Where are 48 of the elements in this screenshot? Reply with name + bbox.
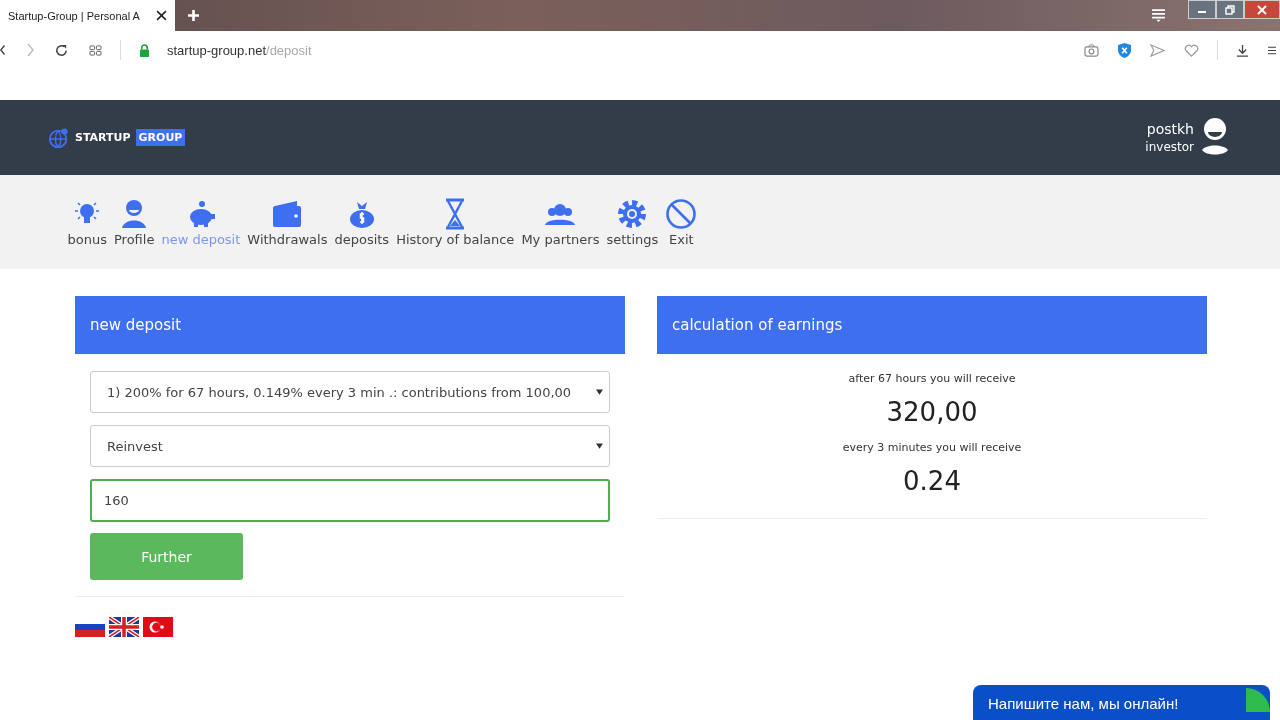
minimize-button[interactable] xyxy=(1188,0,1216,19)
restore-button[interactable] xyxy=(1216,0,1244,19)
username[interactable]: postkh xyxy=(1146,121,1194,137)
new-tab-icon[interactable] xyxy=(188,10,199,21)
heart-icon[interactable] xyxy=(1184,43,1199,57)
logo-text[interactable]: STARTUP xyxy=(75,131,131,144)
card-header: calculation of earnings xyxy=(657,296,1207,354)
interval-amount: 0.24 xyxy=(903,466,961,496)
nav-item[interactable]: History of balance xyxy=(392,197,518,247)
back-icon[interactable] xyxy=(0,43,6,57)
send-icon[interactable] xyxy=(1150,43,1165,57)
nav-item[interactable]: Exit xyxy=(661,197,701,247)
interval-caption: every 3 minutes you will receive xyxy=(842,441,1022,454)
logo-badge[interactable]: GROUP xyxy=(135,129,186,146)
camera-icon[interactable] xyxy=(1084,43,1099,57)
card-header: new deposit xyxy=(75,296,625,354)
nav-item[interactable]: Profile xyxy=(110,197,158,247)
shield-icon[interactable] xyxy=(1118,42,1131,58)
caret-icon[interactable] xyxy=(596,443,603,449)
grid-icon[interactable] xyxy=(89,44,102,56)
flag-icon[interactable] xyxy=(143,617,173,637)
lock-icon xyxy=(139,43,150,57)
nav-item[interactable]: bonus xyxy=(64,197,111,247)
mode-select[interactable]: Reinvest xyxy=(90,425,610,467)
menu-icon[interactable] xyxy=(1151,9,1166,22)
amount-field[interactable]: 160 xyxy=(90,479,610,522)
total-caption: after 67 hours you will receive xyxy=(848,372,1016,385)
nav-item[interactable]: settings xyxy=(602,197,662,247)
no-entry-icon[interactable] xyxy=(665,197,698,230)
chat-widget[interactable]: Напишите нам, мы онлайн! xyxy=(973,685,1270,720)
user-role: investor xyxy=(1145,140,1194,154)
download-icon[interactable] xyxy=(1236,43,1249,57)
nav-item[interactable]: My partners xyxy=(517,197,603,247)
reload-icon[interactable] xyxy=(54,42,69,58)
close-button[interactable] xyxy=(1244,0,1280,19)
flag-icon[interactable] xyxy=(109,617,139,637)
browser-tab[interactable]: Startup-Group | Personal A xyxy=(0,0,175,31)
nav-item[interactable]: Withdrawals xyxy=(243,197,331,247)
settings-icon[interactable] xyxy=(616,197,649,230)
nav-item[interactable]: deposits xyxy=(330,197,393,247)
online-badge xyxy=(1246,685,1270,715)
close-icon[interactable] xyxy=(156,10,167,21)
globe-icon[interactable] xyxy=(48,126,70,149)
caret-icon[interactable] xyxy=(596,389,603,395)
plan-select[interactable]: 1) 200% for 67 hours, 0.149% every 3 min .: contributions from 100,00 xyxy=(90,371,610,413)
total-amount: 320,00 xyxy=(886,397,978,427)
url-text[interactable]: startup-group.net/deposit xyxy=(167,42,312,58)
restore-icon[interactable] xyxy=(1225,4,1235,15)
